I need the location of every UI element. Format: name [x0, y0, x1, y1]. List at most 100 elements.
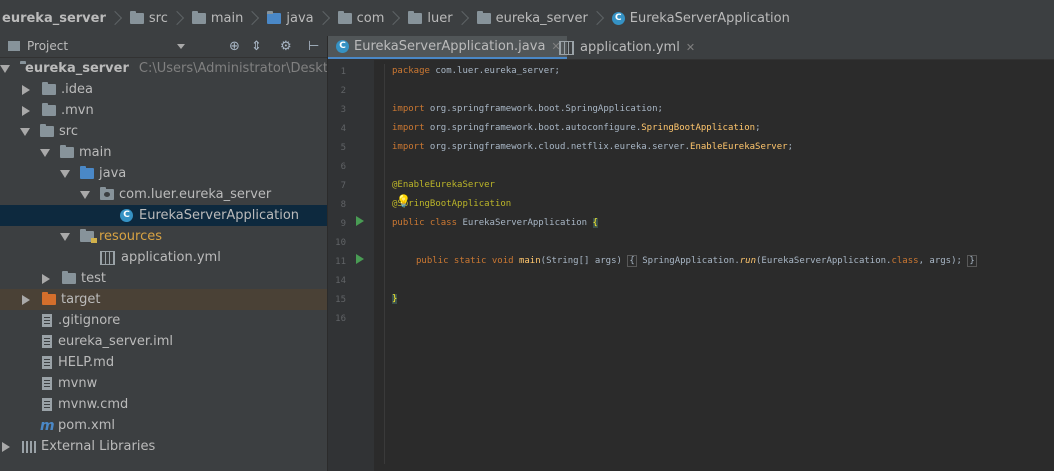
breadcrumb-item-com[interactable]: com — [332, 0, 403, 36]
tree-item-mvn[interactable]: .mvn — [0, 100, 347, 121]
breadcrumb-label: eureka_server — [2, 10, 106, 26]
expand-arrow-icon[interactable] — [0, 64, 10, 73]
collapse-arrow-icon[interactable] — [22, 294, 30, 305]
tree-item-target[interactable]: target — [0, 289, 347, 310]
tree-item-help-md[interactable]: HELP.md — [0, 352, 347, 373]
tree-item-label: eureka_server.iml — [58, 334, 174, 349]
markdown-file-icon — [42, 356, 52, 369]
line-number: 3 — [340, 105, 346, 115]
line-number: 7 — [340, 181, 346, 191]
collapse-arrow-icon[interactable] — [22, 105, 30, 116]
excluded-folder-icon — [42, 292, 56, 305]
code-line-3: import org.springframework.boot.SpringAp… — [392, 104, 663, 114]
line-number: 6 — [340, 162, 346, 172]
hide-panel-icon[interactable]: ⊢ — [308, 39, 319, 54]
tree-item-test[interactable]: test — [0, 268, 367, 289]
tree-item-external-libraries[interactable]: External Libraries — [0, 436, 327, 457]
tree-item-eureka-server[interactable]: eureka_server C:\Users\Administrator\Des… — [0, 58, 355, 79]
project-view-selector[interactable]: Project — [27, 39, 68, 53]
locate-icon[interactable]: ⊕ — [229, 39, 240, 54]
tree-item-mvnw-cmd[interactable]: mvnw.cmd — [0, 394, 347, 415]
tree-item-label: pom.xml — [58, 418, 115, 433]
tree-item-label: eureka_server — [25, 61, 129, 76]
lightbulb-icon[interactable]: 💡 — [396, 194, 411, 208]
tree-item-label: application.yml — [121, 250, 221, 265]
breadcrumb-item-java[interactable]: java — [261, 0, 331, 36]
chevron-down-icon[interactable] — [177, 44, 185, 49]
navigation-breadcrumb: eureka_server src main java com luer eur… — [0, 0, 1054, 37]
java-class-icon: C — [336, 40, 349, 53]
breadcrumb-label: java — [286, 10, 314, 26]
collapse-arrow-icon[interactable] — [42, 273, 50, 284]
tab-application-yml[interactable]: application.yml ✕ — [553, 36, 701, 59]
tree-item-iml[interactable]: eureka_server.iml — [0, 331, 347, 352]
package-icon — [337, 10, 352, 24]
line-number: 8 — [340, 200, 346, 210]
gear-icon[interactable]: ⚙ — [280, 39, 292, 54]
tree-item-gitignore[interactable]: .gitignore — [0, 310, 347, 331]
expand-arrow-icon[interactable] — [60, 169, 70, 178]
folder-icon — [191, 10, 206, 24]
folder-icon — [267, 10, 282, 24]
tree-item-label: HELP.md — [58, 355, 115, 370]
package-icon — [476, 10, 491, 24]
text-file-icon — [42, 398, 52, 411]
project-path: C:\Users\Administrator\Desktop\s — [138, 61, 356, 76]
breadcrumb-item-class[interactable]: C EurekaServerApplication — [606, 0, 790, 36]
package-icon — [408, 10, 423, 24]
breadcrumb-item-project[interactable]: eureka_server — [0, 0, 124, 36]
code-line-15: } — [392, 294, 398, 304]
tree-item-mvnw[interactable]: mvnw — [0, 373, 347, 394]
line-number: 11 — [335, 257, 346, 267]
resources-folder-icon — [80, 229, 97, 243]
folder-icon — [42, 103, 56, 116]
libraries-icon — [22, 440, 36, 453]
close-icon[interactable]: ✕ — [686, 41, 695, 54]
breadcrumb-item-src[interactable]: src — [124, 0, 186, 36]
folder-icon — [60, 145, 74, 158]
breadcrumb-label: EurekaServerApplication — [629, 10, 790, 26]
code-editor[interactable]: package com.luer.eureka_server; import o… — [374, 60, 1054, 471]
expand-arrow-icon[interactable] — [80, 190, 90, 199]
java-class-icon: C — [611, 11, 625, 25]
run-icon[interactable] — [356, 216, 364, 226]
breadcrumb-label: luer — [427, 10, 453, 26]
collapse-arrow-icon[interactable] — [22, 84, 30, 95]
tree-item-src[interactable]: src — [0, 121, 347, 142]
code-line-5: import org.springframework.cloud.netflix… — [392, 142, 793, 152]
tree-item-label: .idea — [61, 82, 93, 97]
tree-item-label: test — [81, 271, 106, 286]
text-file-icon — [42, 377, 52, 390]
breadcrumb-label: com — [356, 10, 385, 26]
expand-arrow-icon[interactable] — [20, 127, 30, 136]
collapse-arrow-icon[interactable] — [2, 441, 10, 452]
tree-item-label: java — [99, 166, 127, 181]
code-line-9: public class EurekaServerApplication { — [392, 218, 598, 228]
breadcrumb-item-eureka-server[interactable]: eureka_server — [471, 0, 606, 36]
run-icon[interactable] — [356, 254, 364, 264]
text-file-icon — [42, 314, 52, 327]
tree-item-label: EurekaServerApplication — [139, 208, 300, 223]
expand-arrow-icon[interactable] — [60, 232, 70, 241]
folder-icon — [40, 124, 54, 137]
line-number: 16 — [335, 314, 346, 324]
tree-item-label: src — [59, 124, 78, 139]
project-icon — [8, 41, 20, 51]
tree-item-idea[interactable]: .idea — [0, 79, 347, 100]
line-number: 1 — [340, 67, 346, 77]
project-tree: eureka_server C:\Users\Administrator\Des… — [0, 58, 427, 471]
folder-icon — [129, 10, 144, 24]
tab-label: application.yml — [580, 40, 680, 55]
editor-gutter: 1 2 3 4 5 6 7 8 9 10 11 14 15 16 — [328, 60, 388, 471]
breadcrumb-item-luer[interactable]: luer — [402, 0, 470, 36]
breadcrumb-item-main[interactable]: main — [186, 0, 261, 36]
tab-eureka-server-application[interactable]: C EurekaServerApplication.java ✕ — [328, 36, 567, 59]
code-line-7: @EnableEurekaServer — [392, 180, 495, 190]
code-line-11: public static void main(String[] args) {… — [416, 255, 977, 267]
expand-arrow-icon[interactable] — [40, 148, 50, 157]
tree-item-main[interactable]: main — [0, 142, 367, 163]
collapse-all-icon[interactable]: ⇕ — [251, 39, 262, 54]
tree-item-pom-xml[interactable]: m pom.xml — [0, 415, 347, 436]
line-number: 5 — [340, 143, 346, 153]
breadcrumb-label: src — [148, 10, 168, 26]
